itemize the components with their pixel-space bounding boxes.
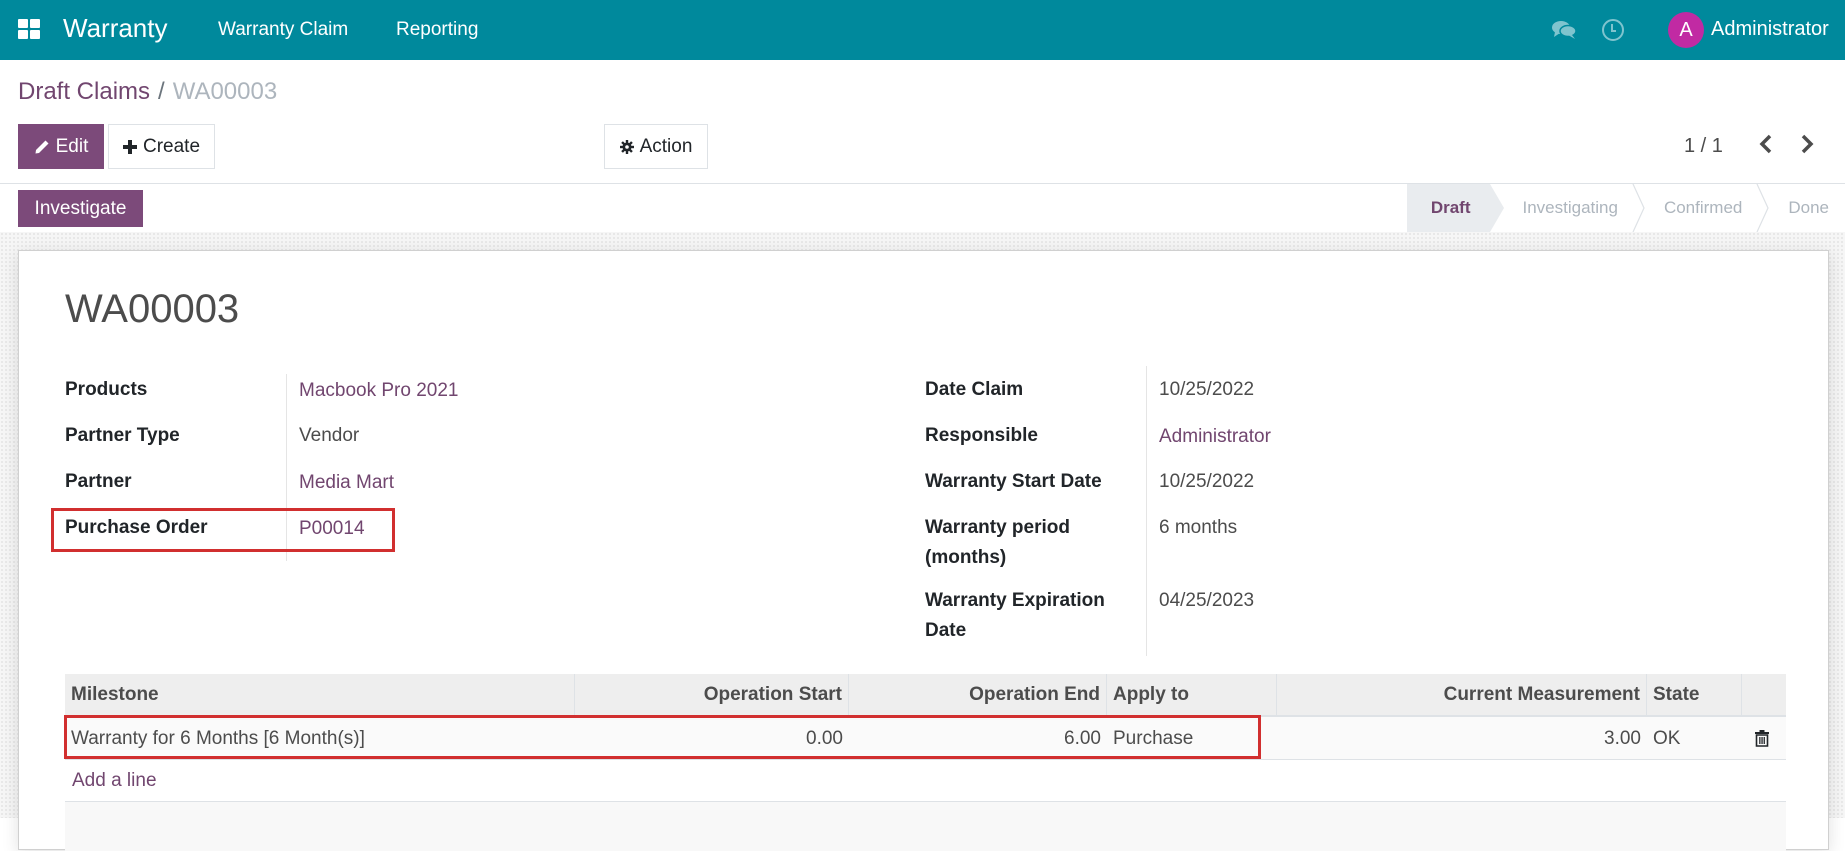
edit-label: Edit — [55, 135, 89, 157]
value-warranty-start-date: 10/25/2022 — [1159, 471, 1255, 492]
menu-warranty-claim[interactable]: Warranty Claim — [218, 19, 348, 41]
value-partner-type: Vendor — [299, 425, 360, 446]
create-label: Create — [142, 135, 201, 157]
value-date-claim: 10/25/2022 — [1159, 379, 1255, 400]
app-brand[interactable]: Warranty — [63, 13, 168, 44]
group-divider — [1146, 366, 1147, 656]
stage-draft[interactable]: Draft — [1406, 184, 1505, 232]
cell-state[interactable]: OK — [1647, 717, 1742, 760]
gear-icon — [619, 139, 634, 154]
label-warranty-period: Warranty period (months) — [925, 513, 1070, 573]
column-current-measurement[interactable]: Current Measurement — [1277, 674, 1647, 715]
value-products[interactable]: Macbook Pro 2021 — [299, 376, 459, 406]
highlight-purchase-order — [51, 508, 395, 552]
stage-label: Done — [1788, 198, 1829, 217]
label-date-claim: Date Claim — [925, 379, 1024, 400]
plus-icon — [122, 139, 137, 154]
trash-icon[interactable] — [1755, 730, 1769, 747]
action-label: Action — [639, 135, 693, 157]
table-footer — [65, 801, 1786, 851]
pager-next-button[interactable] — [1797, 134, 1817, 158]
stage-label: Draft — [1430, 198, 1471, 217]
label-partner: Partner — [65, 471, 132, 492]
column-state[interactable]: State — [1647, 674, 1742, 715]
breadcrumb-parent[interactable]: Draft Claims — [18, 78, 150, 105]
value-partner[interactable]: Media Mart — [299, 468, 394, 498]
stage-pipeline: Draft Investigating Confirmed Done — [1406, 184, 1845, 232]
label-line: (months) — [925, 547, 1007, 568]
record-title: WA00003 — [65, 287, 240, 331]
label-responsible: Responsible — [925, 425, 1038, 446]
user-avatar[interactable]: A — [1668, 12, 1704, 48]
user-menu[interactable]: Administrator — [1711, 18, 1829, 41]
stage-confirmed[interactable]: Confirmed — [1640, 184, 1770, 232]
column-apply-to[interactable]: Apply to — [1107, 674, 1277, 715]
breadcrumb: Draft Claims / WA00003 — [18, 78, 277, 106]
breadcrumb-current: WA00003 — [172, 78, 278, 105]
value-responsible[interactable]: Administrator — [1159, 422, 1271, 452]
status-bar: Investigate Draft Investigating Confirme… — [0, 183, 1845, 232]
table-header: Milestone Operation Start Operation End … — [65, 674, 1786, 717]
label-warranty-expiration-date: Warranty Expiration Date — [925, 586, 1105, 646]
label-products: Products — [65, 379, 148, 400]
label-line: Date — [925, 620, 967, 641]
label-partner-type: Partner Type — [65, 425, 180, 446]
cell-current-measurement[interactable]: 3.00 — [1277, 717, 1647, 760]
investigate-button[interactable]: Investigate — [18, 190, 143, 227]
pager-value[interactable]: 1 / 1 — [1684, 135, 1723, 158]
column-operation-end[interactable]: Operation End — [849, 674, 1107, 715]
edit-button[interactable]: Edit — [18, 124, 104, 169]
chat-icon[interactable] — [1551, 20, 1577, 40]
action-dropdown[interactable]: Action — [604, 124, 708, 169]
stage-done[interactable]: Done — [1764, 184, 1845, 232]
chevron-right-icon — [1801, 134, 1814, 154]
menu-reporting[interactable]: Reporting — [396, 19, 478, 41]
activity-clock-icon[interactable] — [1602, 19, 1624, 41]
create-button[interactable]: Create — [108, 124, 215, 169]
form-sheet: WA00003 Products Macbook Pro 2021 Partne… — [18, 250, 1829, 851]
pager-previous-button[interactable] — [1756, 134, 1776, 158]
column-operation-start[interactable]: Operation Start — [575, 674, 849, 715]
top-navbar: Warranty Warranty Claim Reporting A Admi… — [0, 0, 1845, 60]
add-line-link[interactable]: Add a line — [72, 770, 157, 792]
stage-investigating[interactable]: Investigating — [1490, 184, 1645, 232]
chevron-left-icon — [1759, 134, 1772, 154]
label-line: Warranty period — [925, 517, 1070, 538]
value-warranty-expiration-date: 04/25/2023 — [1159, 590, 1255, 611]
highlight-milestone-row — [64, 715, 1261, 759]
label-line: Warranty Expiration — [925, 590, 1105, 611]
column-milestone[interactable]: Milestone — [65, 674, 575, 715]
stage-label: Investigating — [1522, 198, 1618, 217]
label-warranty-start-date: Warranty Start Date — [925, 471, 1102, 492]
pencil-icon — [35, 140, 49, 153]
stage-label: Confirmed — [1663, 198, 1743, 217]
breadcrumb-separator: / — [158, 78, 165, 105]
value-warranty-period: 6 months — [1159, 517, 1238, 538]
apps-menu-icon[interactable] — [18, 19, 40, 39]
